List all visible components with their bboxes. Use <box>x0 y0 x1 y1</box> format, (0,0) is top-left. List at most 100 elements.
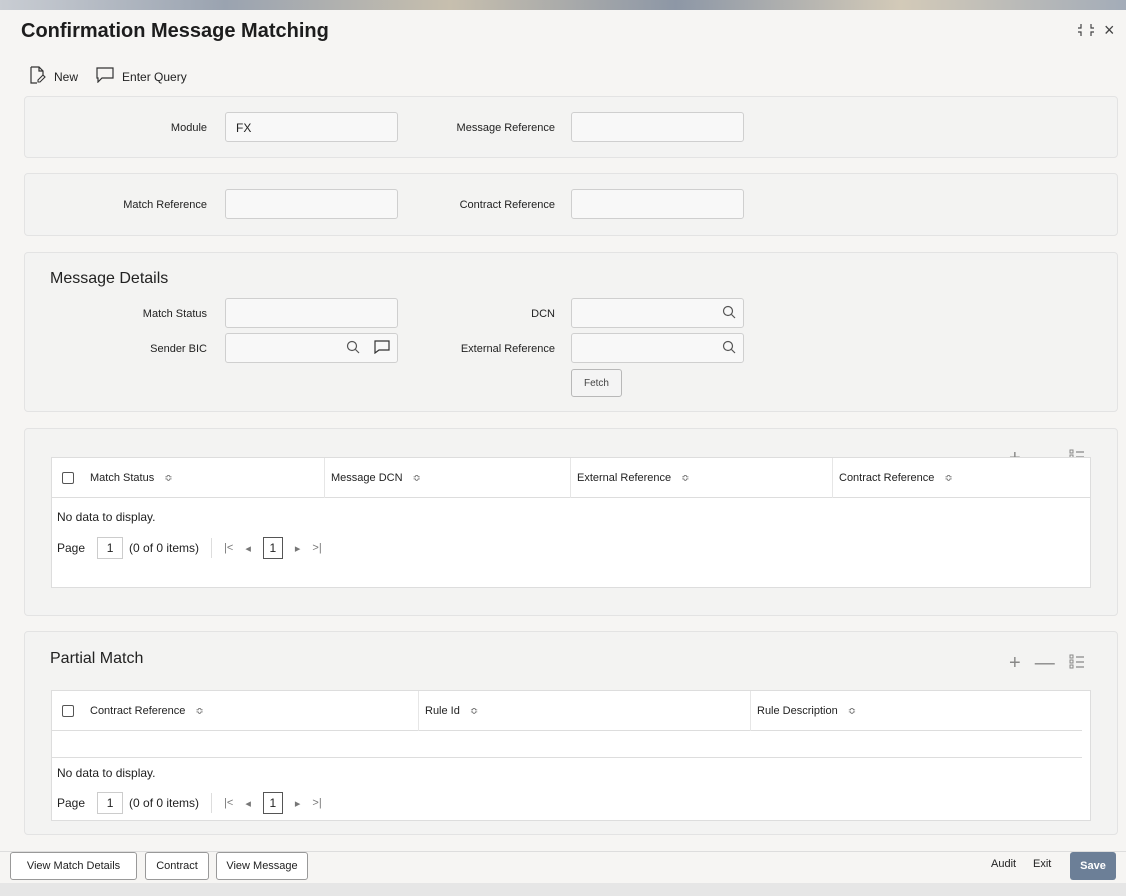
sort-icon[interactable]: ≎ <box>470 706 478 717</box>
page-title: Confirmation Message Matching <box>21 20 329 42</box>
partial-match-panel: Partial Match + — Contract Reference ≎ Ru… <box>24 631 1118 835</box>
column-header-match-status[interactable]: Match Status ≎ <box>84 458 324 498</box>
columns-icon[interactable] <box>1069 652 1085 675</box>
sort-icon[interactable]: ≎ <box>681 473 689 484</box>
message-details-panel: Message Details Match Status DCN Sender … <box>24 252 1118 412</box>
message-dcn-header-label: Message DCN <box>331 472 403 484</box>
pagination: Page 1 (0 of 0 items) |< ◂ 1 ▸ >| <box>57 537 322 559</box>
save-button[interactable]: Save <box>1070 852 1116 880</box>
search-icon[interactable] <box>722 340 736 357</box>
match-table: Match Status ≎ Message DCN ≎ External Refe… <box>51 457 1091 588</box>
pager-divider <box>211 538 213 558</box>
first-page-icon[interactable]: |< <box>224 797 233 809</box>
empty-message: No data to display. <box>57 766 156 780</box>
enter-query-label: Enter Query <box>122 69 187 84</box>
search-icon[interactable] <box>346 340 360 357</box>
items-count: (0 of 0 items) <box>129 541 200 555</box>
prev-page-icon[interactable]: ◂ <box>245 797 251 810</box>
table-tools: + — <box>1009 652 1085 675</box>
comment-icon[interactable] <box>374 340 390 357</box>
page-input[interactable]: 1 <box>97 537 124 559</box>
sender-bic-label: Sender BIC <box>150 343 207 355</box>
match-status-field[interactable] <box>225 298 398 328</box>
select-all-checkbox[interactable] <box>62 472 74 484</box>
contract-reference-header-label: Contract Reference <box>90 705 186 717</box>
enter-query-button[interactable]: Enter Query <box>96 67 187 86</box>
rule-id-header-label: Rule Id <box>425 705 460 717</box>
sort-icon[interactable]: ≎ <box>413 473 421 484</box>
close-icon[interactable]: × <box>1104 20 1115 41</box>
match-status-label: Match Status <box>142 308 207 320</box>
last-page-icon[interactable]: >| <box>312 542 321 554</box>
audit-button[interactable]: Audit <box>991 858 1016 870</box>
search-icon[interactable] <box>722 305 736 322</box>
dcn-field[interactable] <box>571 298 744 328</box>
pager-divider <box>211 793 213 813</box>
dcn-label: DCN <box>531 308 555 320</box>
contract-reference-label: Contract Reference <box>459 199 555 211</box>
match-reference-label: Match Reference <box>123 199 207 211</box>
view-match-details-button[interactable]: View Match Details <box>10 852 137 880</box>
new-label: New <box>54 69 79 84</box>
external-reference-header-label: External Reference <box>577 472 672 484</box>
page-label: Page <box>57 796 86 810</box>
last-page-icon[interactable]: >| <box>312 797 321 809</box>
partial-match-title: Partial Match <box>50 650 144 667</box>
items-count: (0 of 0 items) <box>129 796 200 810</box>
message-reference-label: Message Reference <box>456 122 555 134</box>
pagination: Page 1 (0 of 0 items) |< ◂ 1 ▸ >| <box>57 792 322 814</box>
first-page-icon[interactable]: |< <box>224 542 233 554</box>
header-banner <box>0 0 1126 10</box>
page-label: Page <box>57 541 86 555</box>
empty-message: No data to display. <box>57 510 156 524</box>
next-page-icon[interactable]: ▸ <box>295 542 301 555</box>
module-field[interactable]: FX <box>225 112 398 142</box>
column-header-contract-reference[interactable]: Contract Reference ≎ <box>84 691 418 731</box>
remove-row-icon[interactable]: — <box>1035 652 1055 675</box>
rule-description-header-label: Rule Description <box>757 705 838 717</box>
contract-reference-field[interactable] <box>571 189 744 219</box>
view-message-button[interactable]: View Message <box>216 852 308 880</box>
exit-button[interactable]: Exit <box>1033 858 1051 870</box>
contract-button[interactable]: Contract <box>145 852 209 880</box>
external-reference-label: External Reference <box>460 343 555 355</box>
sort-icon[interactable]: ≎ <box>944 473 952 484</box>
page-input[interactable]: 1 <box>97 792 124 814</box>
query-panel-2: Match Reference Contract Reference <box>24 173 1118 236</box>
column-header-contract-reference[interactable]: Contract Reference ≎ <box>832 458 1090 498</box>
prev-page-icon[interactable]: ◂ <box>245 542 251 555</box>
sender-bic-field[interactable] <box>225 333 398 363</box>
match-results-panel: + — Match Status≎ Message DCN≎ External … <box>24 428 1118 616</box>
row-divider <box>52 757 1082 758</box>
external-reference-field[interactable] <box>571 333 744 363</box>
select-all-checkbox[interactable] <box>62 705 74 717</box>
column-header-rule-description[interactable]: Rule Description ≎ <box>750 691 1082 731</box>
partial-match-table-header: Contract Reference ≎ Rule Id ≎ Rule Descri… <box>52 691 1082 731</box>
partial-match-table: Contract Reference ≎ Rule Id ≎ Rule Descri… <box>51 690 1091 821</box>
sort-icon[interactable]: ≎ <box>848 706 856 717</box>
fetch-button[interactable]: Fetch <box>571 369 622 397</box>
comment-icon <box>96 67 114 86</box>
sort-icon[interactable]: ≎ <box>164 473 172 484</box>
sort-icon[interactable]: ≎ <box>195 706 203 717</box>
footer-strip <box>0 883 1126 896</box>
collapse-icon[interactable] <box>1077 22 1095 43</box>
current-page-button[interactable]: 1 <box>262 792 283 814</box>
new-document-icon <box>28 66 46 87</box>
new-button[interactable]: New <box>28 66 78 87</box>
query-panel-1: Module FX Message Reference <box>24 96 1118 158</box>
column-header-rule-id[interactable]: Rule Id ≎ <box>418 691 750 731</box>
column-header-message-dcn[interactable]: Message DCN ≎ <box>324 458 570 498</box>
current-page-button[interactable]: 1 <box>262 537 283 559</box>
match-reference-field[interactable] <box>225 189 398 219</box>
module-label: Module <box>170 122 207 134</box>
match-status-header-label: Match Status <box>90 472 155 484</box>
message-details-title: Message Details <box>50 270 169 287</box>
toolbar: New Enter Query <box>28 66 187 87</box>
add-row-icon[interactable]: + <box>1009 652 1021 675</box>
message-reference-field[interactable] <box>571 112 744 142</box>
contract-reference-header-label: Contract Reference <box>839 472 935 484</box>
column-header-external-reference[interactable]: External Reference ≎ <box>570 458 832 498</box>
match-table-header: Match Status ≎ Message DCN ≎ External Refe… <box>52 458 1090 498</box>
next-page-icon[interactable]: ▸ <box>295 797 301 810</box>
